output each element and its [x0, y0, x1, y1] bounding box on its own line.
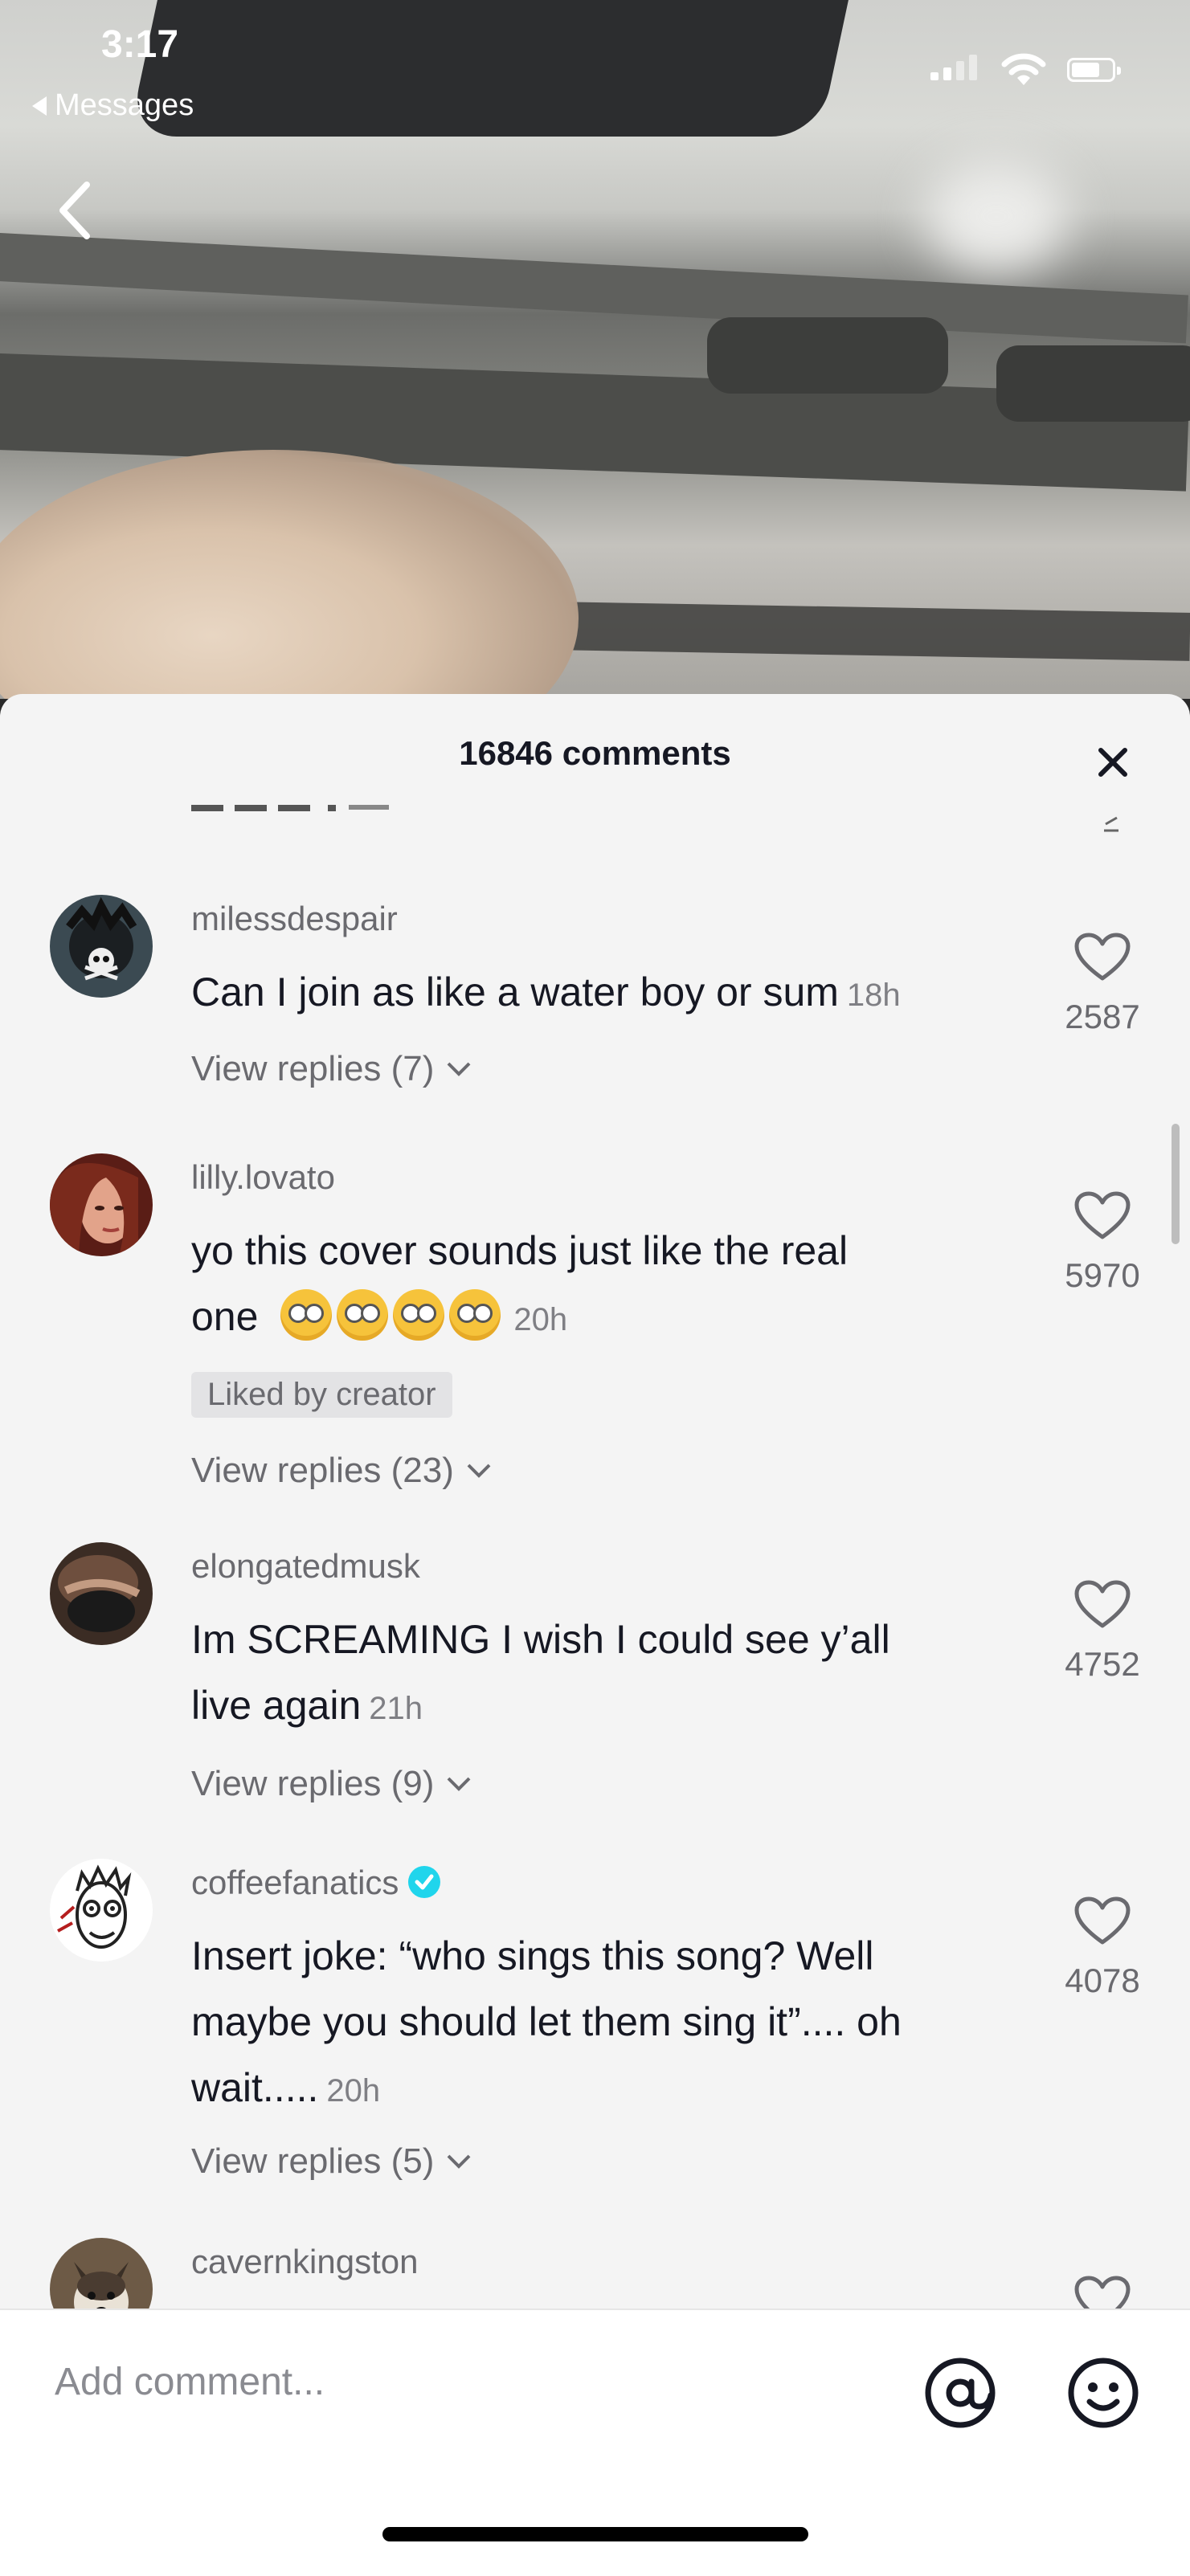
avatar[interactable] — [50, 1542, 153, 1645]
chevron-down-icon — [448, 1062, 471, 1076]
comment-username: coffeefanatics — [191, 1864, 399, 1901]
video-ceiling-shape — [128, 0, 853, 137]
comment-time: 21h — [369, 1691, 423, 1726]
chevron-down-icon — [448, 2154, 471, 2169]
comment-body-line-1: Im SCREAMING I wish I could see y’all — [191, 1617, 890, 1662]
avatar[interactable] — [50, 895, 153, 998]
comment-body-line-2-row: one 20h — [191, 1284, 1011, 1353]
scrollbar[interactable] — [1172, 1124, 1180, 1244]
comment-time: 20h — [326, 2073, 381, 2109]
heart-icon — [1074, 1191, 1131, 1239]
back-triangle-icon — [32, 96, 47, 116]
close-icon[interactable] — [1085, 734, 1141, 790]
cellular-signal-icon — [930, 55, 977, 80]
battery-icon — [1067, 58, 1121, 82]
home-indicator[interactable] — [382, 2527, 808, 2541]
video-clip-right — [996, 345, 1190, 422]
comment-body-line-1: yo this cover sounds just like the real — [191, 1228, 849, 1273]
heart-icon — [1074, 1896, 1131, 1945]
status-time: 3:17 — [101, 23, 179, 66]
wifi-icon — [1001, 53, 1046, 85]
video-person-hair — [0, 450, 579, 699]
comment-time: 20h — [513, 1302, 568, 1337]
comment-username[interactable]: elongatedmusk — [191, 1547, 420, 1586]
comment-body-line-2: live again — [191, 1683, 362, 1728]
video-light-glare — [924, 161, 1069, 273]
comment-body-line-2: maybe you should let them sing it”.... o… — [191, 1999, 902, 2044]
like-count: 4078 — [1065, 1962, 1140, 1999]
comment-body-line-3-row: wait..... 20h — [191, 2055, 1011, 2124]
verified-badge-icon — [408, 1865, 441, 1898]
comments-count-title: 16846 comments — [459, 734, 731, 772]
comment-username[interactable]: cavernkingston — [191, 2243, 419, 2281]
comment-text: Insert joke: “who sings this song? Well … — [191, 1923, 1011, 2124]
comment-text: Im SCREAMING I wish I could see y’all li… — [191, 1606, 1011, 1741]
view-replies-button[interactable]: View replies (9) — [191, 1764, 472, 1804]
avatar[interactable] — [50, 1153, 153, 1256]
view-replies-label: View replies (5) — [191, 2141, 435, 2181]
heart-icon — [1074, 933, 1131, 981]
flushed-emoji-icon — [280, 1288, 333, 1341]
back-app-label: Messages — [55, 88, 194, 122]
cut-off-comment-text — [191, 805, 389, 811]
video-clip — [707, 317, 948, 394]
comment-time: 18h — [846, 978, 901, 1013]
cut-off-like-count — [1104, 816, 1118, 832]
like-count: 2587 — [1065, 998, 1140, 1035]
comment-body-line-3: wait..... — [191, 2065, 319, 2110]
view-replies-button[interactable]: View replies (23) — [191, 1451, 493, 1491]
comment-body-line-1: Insert joke: “who sings this song? Well — [191, 1933, 874, 1978]
heart-icon — [1074, 1580, 1131, 1628]
like-count: 4752 — [1065, 1645, 1140, 1683]
liked-by-creator-badge: Liked by creator — [191, 1372, 452, 1418]
comment-username[interactable]: lilly.lovato — [191, 1158, 335, 1197]
comment-body: Can I join as like a water boy or sum — [191, 970, 839, 1014]
avatar[interactable] — [50, 1859, 153, 1962]
like-button[interactable]: 4752 — [1054, 1579, 1151, 1684]
flushed-emoji-icon — [337, 1288, 389, 1341]
comments-sheet: 16846 comments milessdespair Can I join … — [0, 694, 1190, 2574]
view-replies-button[interactable]: View replies (7) — [191, 1049, 472, 1089]
mention-icon[interactable] — [922, 2355, 998, 2431]
flushed-emoji-icon — [449, 1288, 501, 1341]
view-replies-label: View replies (7) — [191, 1049, 435, 1088]
emoji-picker-icon[interactable] — [1065, 2355, 1141, 2431]
comment-body-line-2-row: live again 21h — [191, 1672, 1011, 1741]
comment-text: Can I join as like a water boy or sum 18h — [191, 959, 1011, 1028]
view-replies-label: View replies (9) — [191, 1764, 435, 1803]
comment-text: yo this cover sounds just like the real … — [191, 1218, 1011, 1353]
like-button[interactable]: 2587 — [1054, 932, 1151, 1036]
comment-input-bar: Add comment... — [0, 2309, 1190, 2576]
like-button[interactable]: 4078 — [1054, 1896, 1151, 2000]
view-replies-label: View replies (23) — [191, 1451, 454, 1490]
view-replies-button[interactable]: View replies (5) — [191, 2141, 472, 2182]
like-count: 5970 — [1065, 1256, 1140, 1294]
like-button[interactable]: 5970 — [1054, 1190, 1151, 1295]
chevron-down-icon — [467, 1464, 491, 1478]
video-back-chevron-icon[interactable] — [51, 178, 100, 243]
comment-username[interactable]: milessdespair — [191, 900, 398, 938]
flushed-emoji-icon — [393, 1288, 445, 1341]
add-comment-input[interactable]: Add comment... — [55, 2360, 325, 2404]
comment-body-line-2: one — [191, 1294, 259, 1339]
comment-username-row[interactable]: coffeefanatics — [191, 1864, 441, 1902]
back-to-app-link[interactable]: Messages — [32, 88, 194, 123]
chevron-down-icon — [448, 1777, 471, 1791]
